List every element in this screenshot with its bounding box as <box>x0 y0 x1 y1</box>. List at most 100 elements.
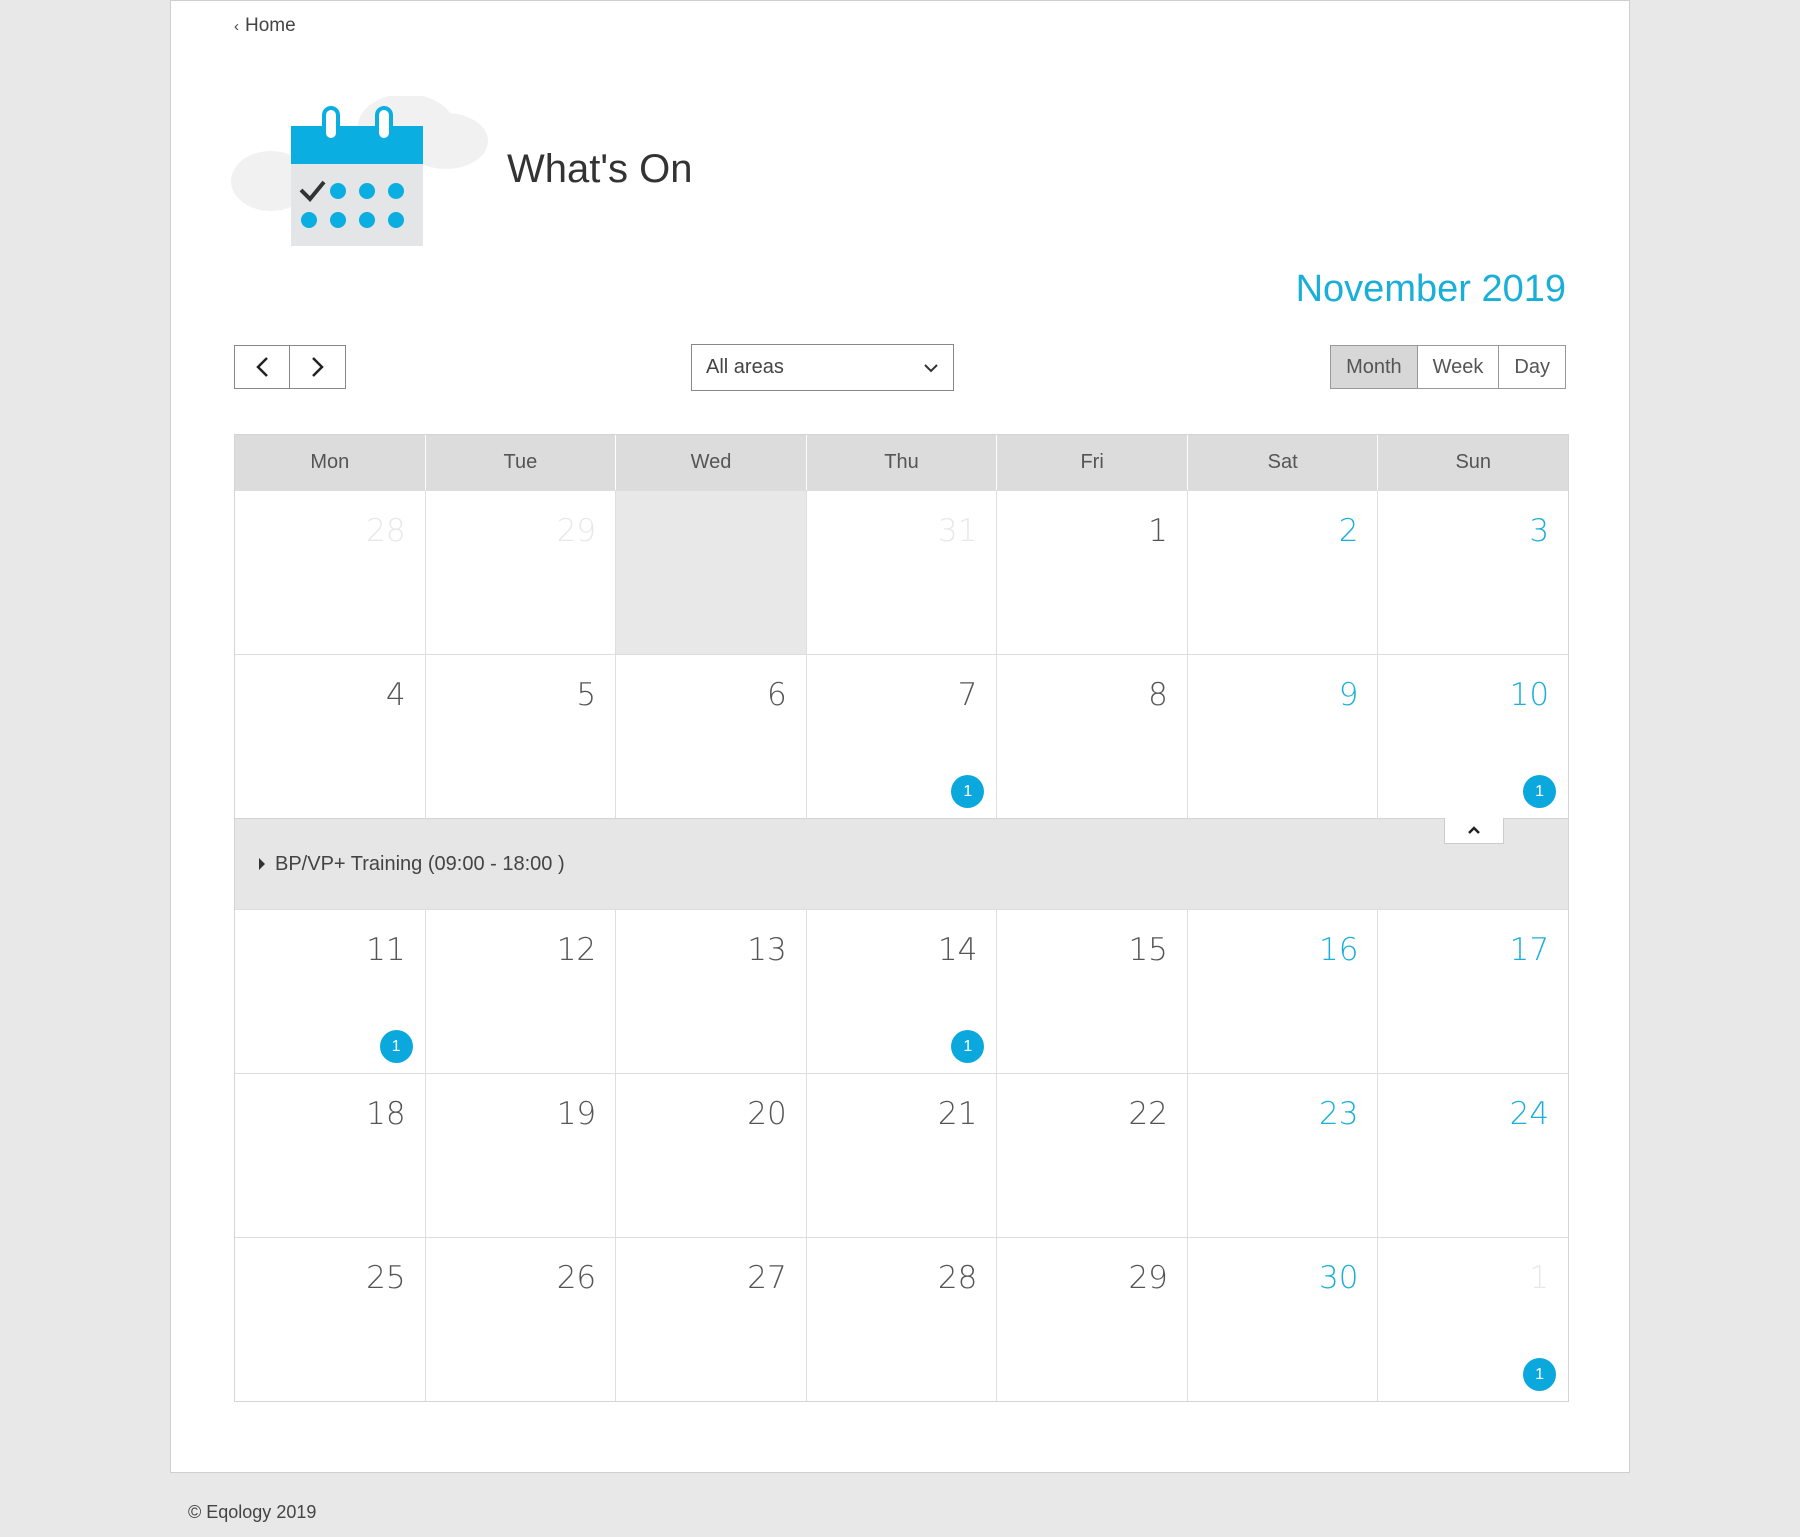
day-number: 5 <box>576 677 597 713</box>
day-cell[interactable]: 13 <box>615 910 806 1073</box>
day-cell[interactable]: 2 <box>1186 491 1378 654</box>
day-cell[interactable]: 29 <box>424 491 616 654</box>
day-number: 7 <box>957 677 978 713</box>
day-number: 29 <box>556 513 597 549</box>
day-number: 28 <box>937 1260 978 1296</box>
day-number: 14 <box>937 932 978 968</box>
day-cell[interactable]: 16 <box>1186 910 1378 1073</box>
weekday-tue: Tue <box>424 435 616 490</box>
day-number: 28 <box>366 513 406 549</box>
day-cell[interactable]: 24 <box>1377 1074 1568 1237</box>
home-link-label: Home <box>245 15 296 36</box>
collapse-events-button[interactable] <box>1444 818 1504 844</box>
footer-copyright: © Eqology 2019 <box>188 1502 317 1522</box>
week-row: 18 19 20 21 22 23 24 <box>235 1073 1568 1237</box>
day-cell[interactable]: 27 <box>615 1238 806 1401</box>
day-cell[interactable]: 22 <box>996 1074 1187 1237</box>
day-number: 3 <box>1529 513 1550 549</box>
day-number: 30 <box>1319 1260 1359 1296</box>
month-calendar: Mon Tue Wed Thu Fri Sat Sun 28 29 30 31 1 2 3 … <box>234 434 1569 1402</box>
day-cell[interactable]: 11 <box>1377 1238 1568 1401</box>
day-number: 18 <box>366 1096 406 1132</box>
week-row: 11 1 12 13 14 1 15 16 17 <box>235 909 1568 1073</box>
day-number: 6 <box>767 677 787 713</box>
week-row: 4 5 6 7 1 8 9 10 1 <box>235 654 1568 818</box>
day-number: 1 <box>1148 513 1168 549</box>
day-number: 1 <box>1529 1260 1550 1296</box>
day-cell[interactable]: 1 <box>996 491 1187 654</box>
chevron-left-icon: ‹ <box>234 17 239 35</box>
day-number: 24 <box>1509 1096 1550 1132</box>
day-cell[interactable]: 6 <box>615 655 806 818</box>
day-number: 4 <box>385 677 406 713</box>
home-link[interactable]: ‹ Home <box>234 15 296 37</box>
previous-month-button[interactable] <box>234 345 290 389</box>
day-cell[interactable]: 23 <box>1186 1074 1378 1237</box>
day-cell[interactable]: 71 <box>805 655 997 818</box>
event-count-badge[interactable]: 1 <box>951 1030 985 1063</box>
day-cell[interactable]: 12 <box>424 910 616 1073</box>
day-cell[interactable]: 4 <box>235 655 425 818</box>
month-view-button[interactable]: Month <box>1330 345 1418 389</box>
expanded-event-panel: BP/VP+ Training (09:00 - 18:00 ) <box>235 818 1568 909</box>
day-number: 13 <box>747 932 787 968</box>
day-cell[interactable]: 15 <box>996 910 1187 1073</box>
day-cell[interactable]: 8 <box>996 655 1187 818</box>
day-cell[interactable]: 21 <box>805 1074 997 1237</box>
day-cell[interactable]: 18 <box>235 1074 425 1237</box>
chevron-right-icon <box>311 357 324 377</box>
day-cell[interactable]: 25 <box>235 1238 425 1401</box>
day-number: 12 <box>556 932 597 968</box>
event-count-badge[interactable]: 1 <box>379 1030 413 1063</box>
main-panel: ‹ Home What's On November 2019 All areas… <box>170 0 1630 1473</box>
day-cell[interactable]: 31 <box>805 491 997 654</box>
chevron-up-icon <box>1468 826 1480 834</box>
day-number: 31 <box>937 513 978 549</box>
day-cell[interactable]: 28 <box>235 491 425 654</box>
calendar-logo-icon <box>231 96 488 246</box>
day-view-button[interactable]: Day <box>1499 345 1566 389</box>
weekday-thu: Thu <box>805 435 997 490</box>
event-count-badge[interactable]: 1 <box>951 775 985 808</box>
weekday-sat: Sat <box>1186 435 1378 490</box>
day-number: 10 <box>1509 677 1550 713</box>
day-cell[interactable]: 20 <box>615 1074 806 1237</box>
day-number: 25 <box>366 1260 406 1296</box>
event-item[interactable]: BP/VP+ Training (09:00 - 18:00 ) <box>275 853 565 876</box>
day-cell[interactable]: 9 <box>1186 655 1378 818</box>
week-view-button[interactable]: Week <box>1417 345 1500 389</box>
day-cell[interactable]: 30 <box>1186 1238 1378 1401</box>
day-cell[interactable]: 3 <box>1377 491 1568 654</box>
day-number: 9 <box>1338 677 1359 713</box>
day-number: 15 <box>1128 932 1168 968</box>
day-cell[interactable]: 26 <box>424 1238 616 1401</box>
view-switcher: Month Week Day <box>1330 345 1566 389</box>
day-number: 27 <box>747 1260 787 1296</box>
chevron-left-icon <box>256 357 268 377</box>
day-cell[interactable]: 5 <box>424 655 616 818</box>
day-number: 30 <box>747 513 787 549</box>
day-cell[interactable]: 11 1 <box>235 910 425 1073</box>
caret-right-icon <box>259 858 265 870</box>
day-cell[interactable]: 14 1 <box>805 910 997 1073</box>
day-number: 17 <box>1509 932 1550 968</box>
day-cell[interactable]: 29 <box>996 1238 1187 1401</box>
day-cell[interactable]: 30 <box>615 491 806 654</box>
weekday-sun: Sun <box>1377 435 1568 490</box>
day-number: 29 <box>1128 1260 1168 1296</box>
day-cell[interactable]: 19 <box>424 1074 616 1237</box>
area-filter-select[interactable]: All areas <box>691 344 954 391</box>
day-number: 8 <box>1148 677 1168 713</box>
event-count-badge[interactable]: 1 <box>1523 775 1557 808</box>
day-number: 20 <box>747 1096 787 1132</box>
day-number: 26 <box>556 1260 597 1296</box>
page-title: What's On <box>507 147 693 191</box>
next-month-button[interactable] <box>290 345 346 389</box>
event-count-badge[interactable]: 1 <box>1523 1358 1557 1391</box>
day-number: 23 <box>1319 1096 1359 1132</box>
day-cell[interactable]: 28 <box>805 1238 997 1401</box>
day-cell[interactable]: 10 1 <box>1377 655 1568 818</box>
day-cell[interactable]: 17 <box>1377 910 1568 1073</box>
chevron-down-icon <box>924 363 938 372</box>
weekday-header: Mon Tue Wed Thu Fri Sat Sun <box>235 435 1568 490</box>
